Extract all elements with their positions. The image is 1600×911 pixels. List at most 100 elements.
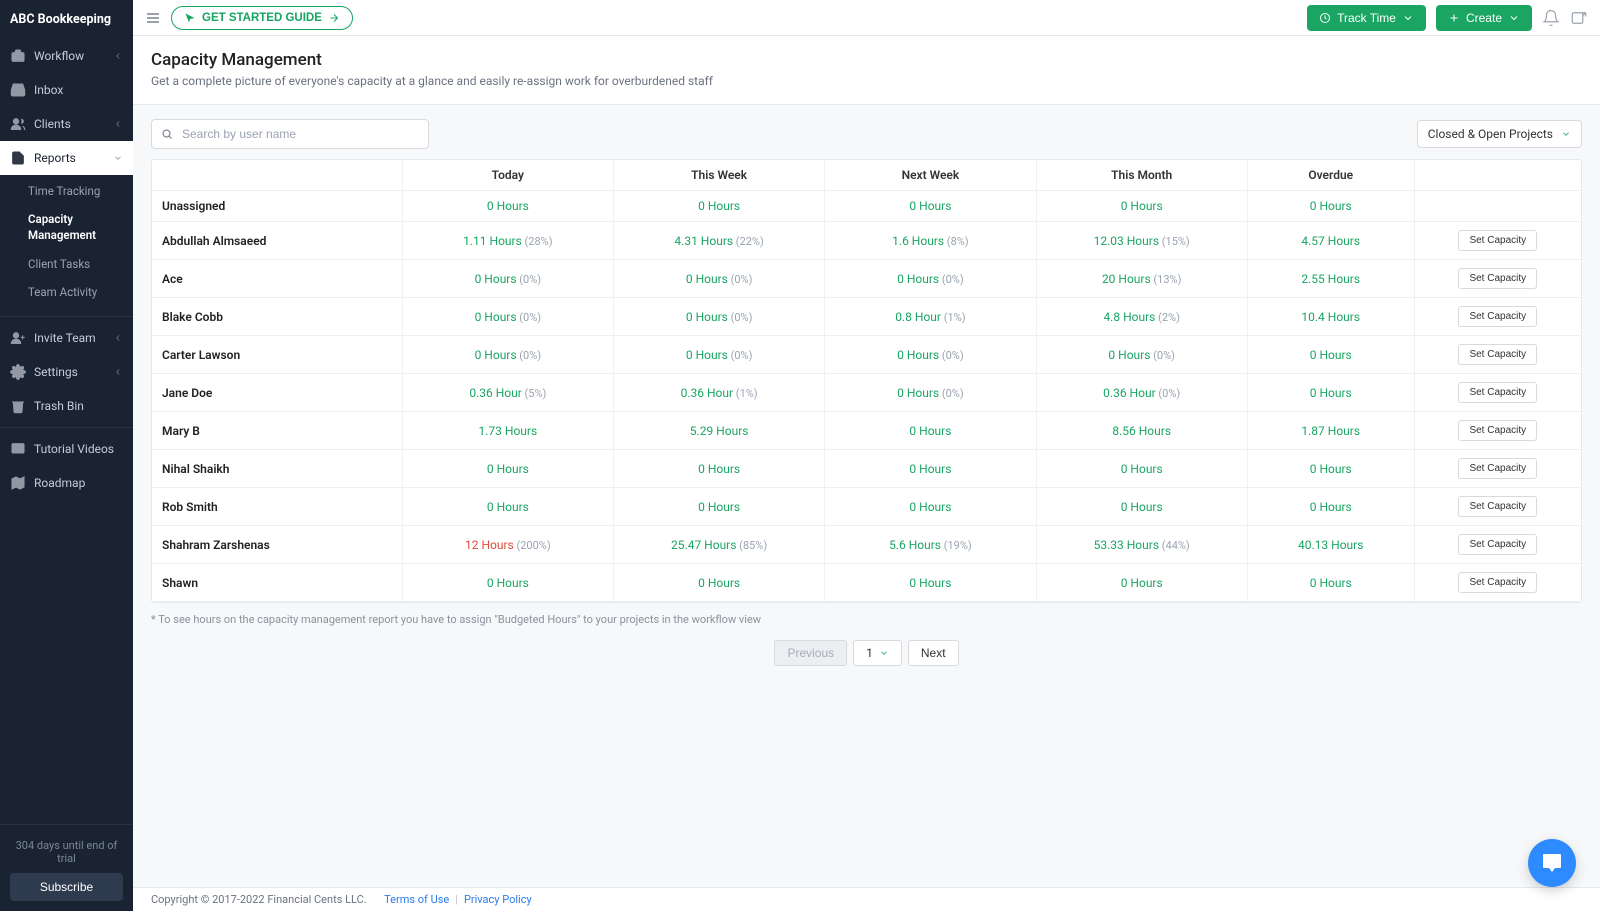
sidebar-subitem-capacity-management[interactable]: Capacity Management	[0, 205, 133, 250]
sub-label: Client Tasks	[28, 257, 90, 271]
page-select[interactable]: 1	[853, 640, 902, 666]
nav-label: Inbox	[34, 83, 63, 97]
set-capacity-button[interactable]: Set Capacity	[1458, 458, 1537, 479]
sidebar-item-clients[interactable]: Clients	[0, 107, 133, 141]
sidebar-item-inbox[interactable]: Inbox	[0, 73, 133, 107]
sidebar-item-settings[interactable]: Settings	[0, 355, 133, 389]
sub-label: Time Tracking	[28, 184, 100, 198]
hours-cell: 0 Hours (0%)	[825, 336, 1036, 374]
column-header: This Week	[613, 160, 824, 191]
column-header: Today	[402, 160, 613, 191]
hours-cell: 0 Hours (0%)	[825, 374, 1036, 412]
hours-cell: 0 Hours	[402, 191, 613, 222]
search-input[interactable]	[151, 119, 429, 149]
trash-icon	[10, 398, 26, 414]
privacy-link[interactable]: Privacy Policy	[464, 893, 532, 906]
hours-cell: 0 Hours	[1036, 191, 1247, 222]
sidebar-subitem-time-tracking[interactable]: Time Tracking	[0, 177, 133, 205]
copyright: Copyright © 2017-2022 Financial Cents LL…	[151, 893, 367, 906]
sidebar-item-roadmap[interactable]: Roadmap	[0, 466, 133, 500]
set-capacity-button[interactable]: Set Capacity	[1458, 572, 1537, 593]
user-name-cell[interactable]: Rob Smith	[152, 488, 402, 526]
hours-cell: 0 Hours (0%)	[613, 260, 824, 298]
capacity-table: TodayThis WeekNext WeekThis MonthOverdue…	[151, 159, 1582, 603]
user-name-cell[interactable]: Ace	[152, 260, 402, 298]
table-row: Carter Lawson0 Hours (0%)0 Hours (0%)0 H…	[152, 336, 1581, 374]
hours-cell: 20 Hours (13%)	[1036, 260, 1247, 298]
hours-cell: 1.73 Hours	[402, 412, 613, 450]
prev-button[interactable]: Previous	[774, 640, 847, 666]
hours-cell: 8.56 Hours	[1036, 412, 1247, 450]
project-filter-dropdown[interactable]: Closed & Open Projects	[1417, 120, 1582, 148]
menu-icon[interactable]	[145, 10, 161, 26]
sidebar-item-workflow[interactable]: Workflow	[0, 39, 133, 73]
hours-cell: 0 Hours	[825, 191, 1036, 222]
chevron-down-icon	[1508, 12, 1520, 24]
plus-icon	[1448, 12, 1460, 24]
set-capacity-button[interactable]: Set Capacity	[1458, 306, 1537, 327]
table-row: Rob Smith0 Hours0 Hours0 Hours0 Hours0 H…	[152, 488, 1581, 526]
pagination: Previous 1 Next	[133, 632, 1600, 690]
bell-icon[interactable]	[1542, 9, 1560, 27]
sidebar-item-tutorial-videos[interactable]: Tutorial Videos	[0, 432, 133, 466]
user-name-cell[interactable]: Shawn	[152, 564, 402, 602]
table-row: Shahram Zarshenas12 Hours (200%)25.47 Ho…	[152, 526, 1581, 564]
user-name-cell[interactable]: Nihal Shaikh	[152, 450, 402, 488]
sidebar-item-trash-bin[interactable]: Trash Bin	[0, 389, 133, 423]
user-name-cell[interactable]: Carter Lawson	[152, 336, 402, 374]
hours-cell: 4.31 Hours (22%)	[613, 222, 824, 260]
next-button[interactable]: Next	[908, 640, 959, 666]
user-name-cell[interactable]: Blake Cobb	[152, 298, 402, 336]
hours-cell: 12 Hours (200%)	[402, 526, 613, 564]
toolbar: Closed & Open Projects	[133, 119, 1600, 159]
sidebar-item-reports[interactable]: Reports	[0, 141, 133, 175]
chevron-down-icon	[1561, 129, 1571, 139]
nav: Workflow Inbox ClientsReports Time Trackin…	[0, 39, 133, 820]
sidebar-subitem-client-tasks[interactable]: Client Tasks	[0, 250, 133, 278]
search-icon	[161, 128, 173, 140]
hours-cell: 0 Hours (0%)	[402, 260, 613, 298]
user-name-cell[interactable]: Jane Doe	[152, 374, 402, 412]
trial-block: 304 days until end of trial Subscribe	[0, 829, 133, 911]
action-cell: Set Capacity	[1414, 564, 1581, 602]
set-capacity-button[interactable]: Set Capacity	[1458, 420, 1537, 441]
hours-cell: 1.6 Hours (8%)	[825, 222, 1036, 260]
subscribe-button[interactable]: Subscribe	[10, 873, 123, 901]
sidebar-subitem-team-activity[interactable]: Team Activity	[0, 278, 133, 306]
set-capacity-button[interactable]: Set Capacity	[1458, 496, 1537, 517]
user-name-cell[interactable]: Shahram Zarshenas	[152, 526, 402, 564]
hours-cell: 0 Hours	[402, 488, 613, 526]
track-time-button[interactable]: Track Time	[1307, 5, 1426, 31]
hours-cell: 1.11 Hours (28%)	[402, 222, 613, 260]
set-capacity-button[interactable]: Set Capacity	[1458, 382, 1537, 403]
create-button[interactable]: Create	[1436, 5, 1532, 31]
chat-fab[interactable]	[1528, 839, 1576, 887]
set-capacity-button[interactable]: Set Capacity	[1458, 534, 1537, 555]
terms-link[interactable]: Terms of Use	[384, 893, 449, 906]
set-capacity-button[interactable]: Set Capacity	[1458, 230, 1537, 251]
hours-cell: 53.33 Hours (44%)	[1036, 526, 1247, 564]
hours-cell: 0 Hours	[1247, 564, 1414, 602]
chat-icon	[1540, 851, 1564, 875]
chevron-left-icon	[113, 333, 123, 343]
user-name-cell[interactable]: Mary B	[152, 412, 402, 450]
page-header: Capacity Management Get a complete pictu…	[133, 36, 1600, 105]
table-row: Mary B1.73 Hours5.29 Hours0 Hours8.56 Ho…	[152, 412, 1581, 450]
sub-label: Team Activity	[28, 285, 97, 299]
set-capacity-button[interactable]: Set Capacity	[1458, 268, 1537, 289]
page-title: Capacity Management	[151, 50, 1582, 70]
set-capacity-button[interactable]: Set Capacity	[1458, 344, 1537, 365]
column-header: Overdue	[1247, 160, 1414, 191]
user-name-cell[interactable]: Abdullah Almsaeed	[152, 222, 402, 260]
get-started-guide-button[interactable]: GET STARTED GUIDE	[171, 6, 353, 30]
hours-cell: 0 Hours (0%)	[402, 298, 613, 336]
hours-cell: 0 Hours	[825, 450, 1036, 488]
hours-cell: 0 Hours	[825, 488, 1036, 526]
sidebar-item-invite-team[interactable]: Invite Team	[0, 321, 133, 355]
user-name-cell[interactable]: Unassigned	[152, 191, 402, 222]
sub-label: Capacity Management	[28, 212, 123, 243]
hours-cell: 0 Hours	[1036, 564, 1247, 602]
popout-icon[interactable]	[1570, 9, 1588, 27]
hours-cell: 0 Hours (0%)	[613, 298, 824, 336]
hours-cell: 0 Hours	[613, 564, 824, 602]
